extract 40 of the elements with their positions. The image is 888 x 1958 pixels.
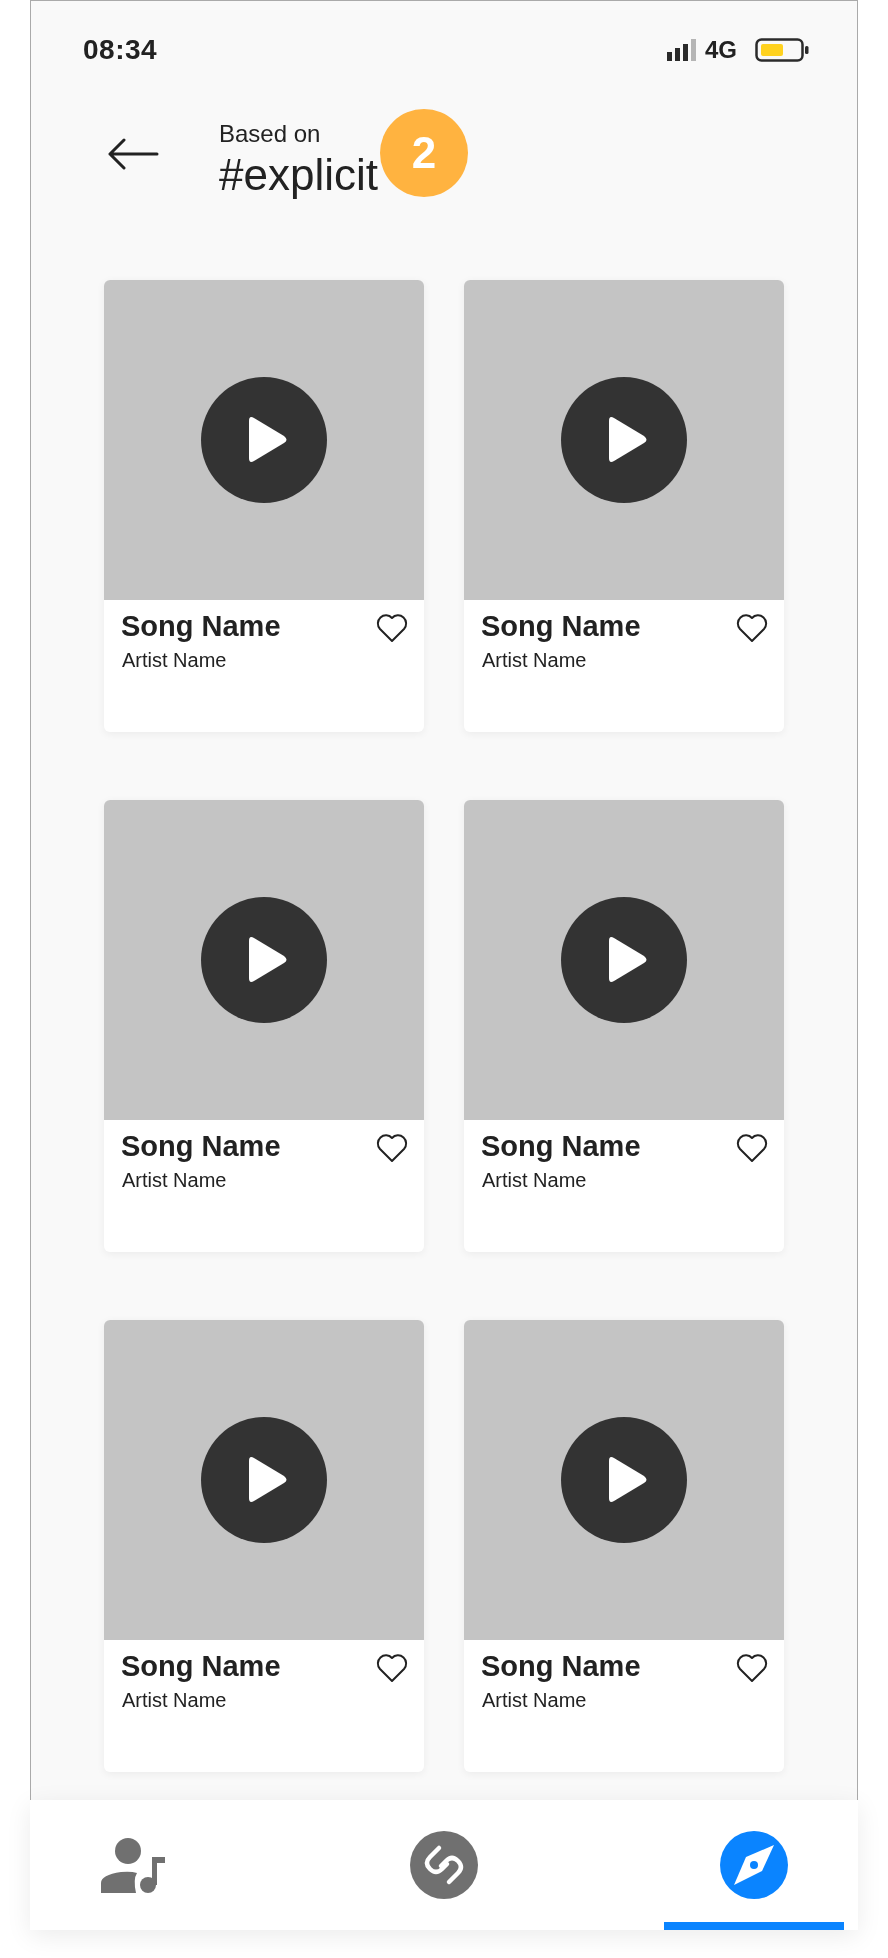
play-button[interactable] (201, 1417, 327, 1543)
count-badge: 2 (379, 109, 468, 197)
heart-icon[interactable] (376, 1133, 408, 1163)
artist-name: Artist Name (482, 649, 588, 672)
header-subtitle: Based on (219, 120, 322, 148)
heart-icon[interactable] (736, 1133, 768, 1163)
shazam-icon (410, 1831, 478, 1899)
person-music-icon (101, 1837, 167, 1893)
song-title: Song Name (481, 1130, 641, 1163)
heart-icon[interactable] (736, 613, 768, 643)
heart-icon[interactable] (736, 1653, 768, 1683)
heart-icon[interactable] (376, 1653, 408, 1683)
play-button[interactable] (561, 897, 687, 1023)
battery-icon (755, 38, 809, 62)
header-title: #explicit (219, 150, 378, 200)
play-button[interactable] (201, 897, 327, 1023)
compass-icon (720, 1831, 788, 1899)
song-title: Song Name (481, 1650, 641, 1683)
song-card[interactable]: Song Name Artist Name (104, 280, 424, 732)
artist-name: Artist Name (122, 649, 228, 672)
song-card[interactable]: Song Name Artist Name (104, 1320, 424, 1772)
heart-icon[interactable] (376, 613, 408, 643)
song-card[interactable]: Song Name Artist Name (464, 1320, 784, 1772)
song-title: Song Name (121, 1650, 281, 1683)
song-card[interactable]: Song Name Artist Name (464, 800, 784, 1252)
artist-name: Artist Name (482, 1169, 588, 1192)
play-button[interactable] (561, 377, 687, 503)
song-card[interactable]: Song Name Artist Name (464, 280, 784, 732)
artist-name: Artist Name (122, 1169, 228, 1192)
song-title: Song Name (481, 610, 641, 643)
status-time: 08:34 (83, 34, 158, 66)
song-card[interactable]: Song Name Artist Name (104, 800, 424, 1252)
artist-name: Artist Name (482, 1689, 588, 1712)
play-button[interactable] (561, 1417, 687, 1543)
song-title: Song Name (121, 1130, 281, 1163)
artist-name: Artist Name (122, 1689, 228, 1712)
play-button[interactable] (201, 377, 327, 503)
song-title: Song Name (121, 610, 281, 643)
signal-icon (667, 39, 697, 61)
network-label: 4G (705, 36, 737, 64)
